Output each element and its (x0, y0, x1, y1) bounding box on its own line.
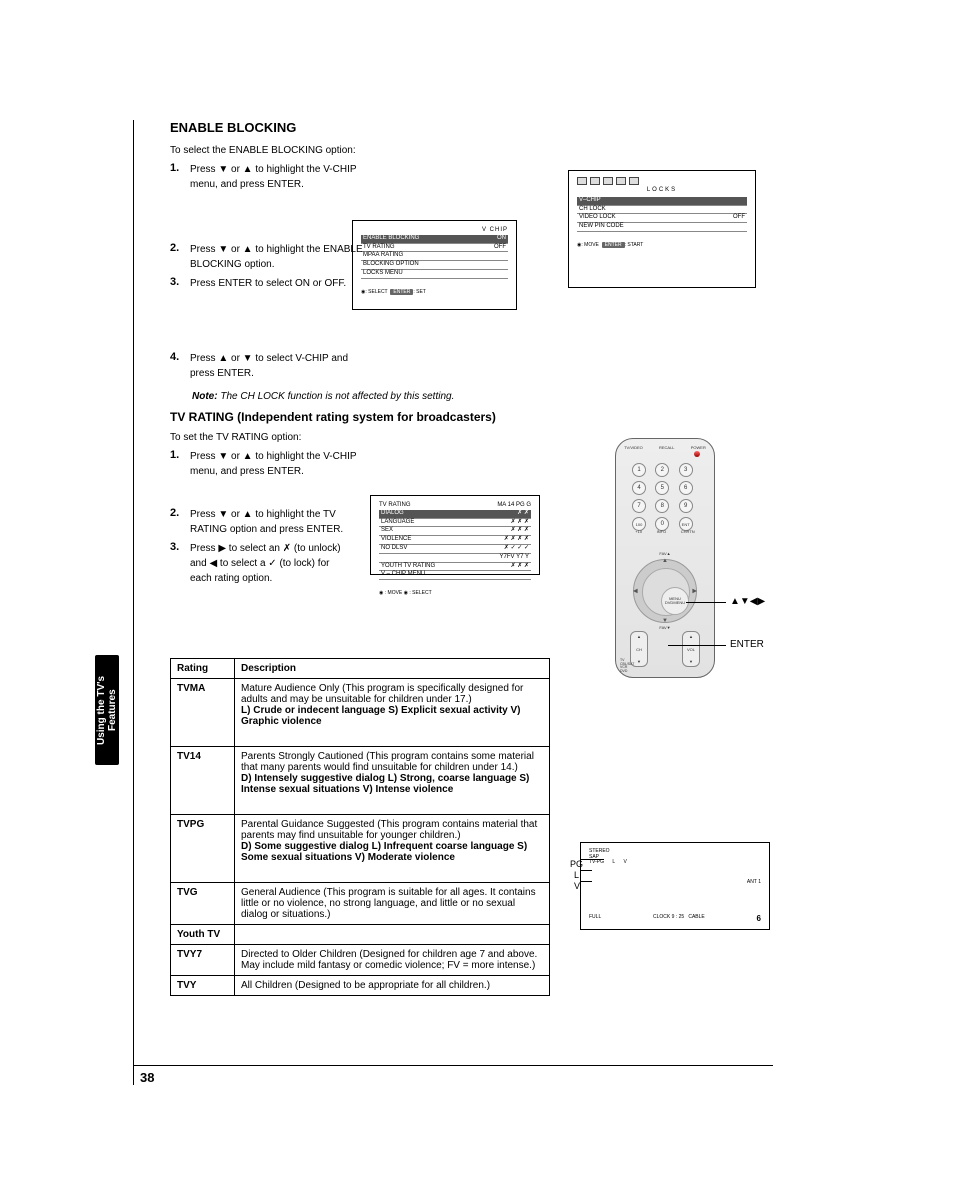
note-text: Note: The CH LOCK function is not affect… (192, 391, 790, 402)
step-4: Press ▲ or ▼ to select V-CHIP andpress E… (190, 351, 348, 381)
ratings-table: RatingDescription TVMA Mature Audience O… (170, 658, 550, 996)
intro-1: To select the ENABLE BLOCKING option: (170, 143, 790, 158)
side-tab: Using the TV's Features (95, 655, 119, 765)
bottom-rule (133, 1065, 773, 1066)
step-2: Press ▼ or ▲ to highlight the ENABLEBLOC… (190, 242, 363, 272)
section-heading-tv-rating: TV RATING (Independent rating system for… (170, 410, 790, 426)
section-heading-enable-blocking: ENABLE BLOCKING (170, 120, 790, 135)
step-3: Press ENTER to select ON or OFF. (190, 276, 346, 291)
intro-2: To set the TV RATING option: (170, 430, 790, 445)
page-number: 38 (140, 1070, 154, 1085)
step-1b: Press ▼ or ▲ to highlight the V-CHIPmenu… (190, 449, 357, 479)
left-rule (133, 120, 134, 1085)
step-1: Press ▼ or ▲ to highlight the V-CHIPmenu… (190, 162, 357, 192)
step-3b: Press ▶ to select an ✗ (to unlock)and ◀ … (190, 541, 341, 586)
step-2b: Press ▼ or ▲ to highlight the TVRATING o… (190, 507, 343, 537)
